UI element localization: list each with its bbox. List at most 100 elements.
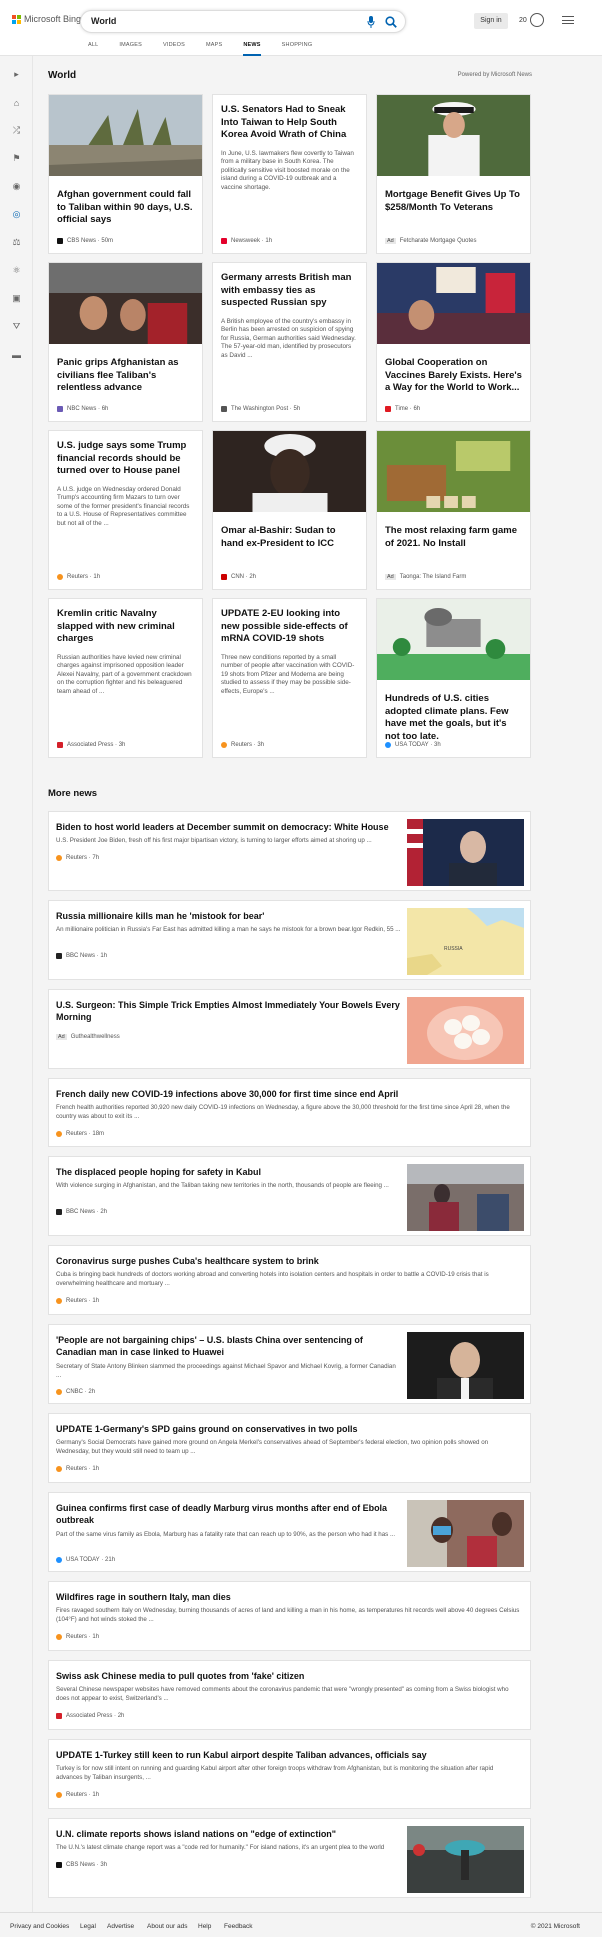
source-logo-icon [221,742,227,748]
source-logo-icon [56,1389,62,1395]
source-name: Reuters [66,1298,88,1304]
source-name: Reuters [67,574,89,580]
item-title[interactable]: Guinea confirms first case of deadly Mar… [56,1502,401,1526]
video-icon[interactable]: ▣ [10,292,23,305]
news-list-item[interactable]: UPDATE 1-Germany's SPD gains ground on c… [48,1413,531,1483]
item-title[interactable]: Biden to host world leaders at December … [56,821,401,833]
item-title[interactable]: French daily new COVID-19 infections abo… [56,1088,521,1100]
source-time: 1h [93,574,101,580]
location-icon[interactable]: ◉ [10,180,23,193]
news-card[interactable]: Panic grips Afghanistan as civilians fle… [48,262,203,422]
card-title[interactable]: U.S. judge says some Trump financial rec… [49,440,202,478]
item-title[interactable]: Russia millionaire kills man he 'mistook… [56,910,401,922]
card-title[interactable]: Mortgage Benefit Gives Up To $258/Month … [377,189,530,214]
news-list-item[interactable]: Swiss ask Chinese media to pull quotes f… [48,1660,531,1730]
item-title[interactable]: UPDATE 1-Turkey still keen to run Kabul … [56,1749,521,1761]
home-icon[interactable]: ⌂ [10,96,23,109]
item-title[interactable]: Wildfires rage in southern Italy, man di… [56,1591,521,1603]
item-source: BBC News · 1h [56,953,107,959]
shuffle-icon[interactable]: ⤮ [10,124,23,137]
news-list-item[interactable]: Coronavirus surge pushes Cuba's healthca… [48,1245,531,1315]
news-list-item[interactable]: Russia millionaire kills man he 'mistook… [48,900,531,980]
source-time: 5h [293,406,301,412]
card-title[interactable]: UPDATE 2-EU looking into new possible si… [213,608,366,646]
rewards-count[interactable]: 20 [519,17,527,24]
footer-link-privacy[interactable]: Privacy and Cookies [10,1923,69,1930]
source-logo-icon [57,238,63,244]
hamburger-menu-icon[interactable] [562,16,574,25]
news-card[interactable]: Hundreds of U.S. cities adopted climate … [376,598,531,758]
tab-all[interactable]: ALL [88,42,98,56]
search-box[interactable]: World [80,10,406,33]
ad-card[interactable]: Mortgage Benefit Gives Up To $258/Month … [376,94,531,254]
bank-icon[interactable]: ⛛ [10,320,23,333]
footer-link-legal[interactable]: Legal [80,1923,96,1930]
news-card[interactable]: Germany arrests British man with embassy… [212,262,367,422]
card-title[interactable]: Omar al-Bashir: Sudan to hand ex-Preside… [213,525,366,550]
news-list-item[interactable]: Biden to host world leaders at December … [48,811,531,891]
news-list-item[interactable]: Wildfires rage in southern Italy, man di… [48,1581,531,1651]
news-card[interactable]: U.S. judge says some Trump financial rec… [48,430,203,590]
card-title[interactable]: Afghan government could fall to Taliban … [49,189,202,227]
card-source: USA TODAY · 3h [385,742,441,748]
news-list-item[interactable]: French daily new COVID-19 infections abo… [48,1078,531,1147]
card-title[interactable]: Global Cooperation on Vaccines Barely Ex… [377,357,530,395]
microphone-icon[interactable] [367,16,375,28]
source-name: Reuters [66,1466,88,1472]
bing-logo[interactable]: Microsoft Bing [12,14,81,24]
sign-in-button[interactable]: Sign in [474,13,508,29]
footer-link-feedback[interactable]: Feedback [224,1923,253,1930]
rewards-trophy-icon[interactable] [530,13,544,27]
money-icon[interactable]: ▬ [10,348,23,361]
news-list-item[interactable]: Guinea confirms first case of deadly Mar… [48,1492,531,1572]
card-title[interactable]: Kremlin critic Navalny slapped with new … [49,608,202,646]
news-card[interactable]: U.S. Senators Had to Sneak Into Taiwan t… [212,94,367,254]
tab-videos[interactable]: VIDEOS [163,42,185,56]
search-icon[interactable] [385,16,397,28]
item-title[interactable]: Swiss ask Chinese media to pull quotes f… [56,1670,521,1682]
tab-maps[interactable]: MAPS [206,42,222,56]
footer-link-advertise[interactable]: Advertise [107,1923,134,1930]
ad-card[interactable]: The most relaxing farm game of 2021. No … [376,430,531,590]
tab-news[interactable]: NEWS [243,42,261,56]
microsoft-logo-icon [12,14,21,24]
source-time: 3h [118,742,126,748]
item-title[interactable]: U.S. Surgeon: This Simple Trick Empties … [56,999,401,1023]
news-list-item[interactable]: The displaced people hoping for safety i… [48,1156,531,1236]
source-name: BBC News [66,1209,96,1215]
item-title[interactable]: Coronavirus surge pushes Cuba's healthca… [56,1255,521,1267]
ad-list-item[interactable]: U.S. Surgeon: This Simple Trick Empties … [48,989,531,1069]
tab-images[interactable]: IMAGES [119,42,142,56]
news-card[interactable]: UPDATE 2-EU looking into new possible si… [212,598,367,758]
source-time: 1h [92,1466,100,1472]
card-title[interactable]: U.S. Senators Had to Sneak Into Taiwan t… [213,104,366,142]
card-title[interactable]: Germany arrests British man with embassy… [213,272,366,310]
item-thumbnail [407,1164,524,1231]
news-list-item[interactable]: 'People are not bargaining chips' – U.S.… [48,1324,531,1404]
news-card[interactable]: Kremlin critic Navalny slapped with new … [48,598,203,758]
footer-link-help[interactable]: Help [198,1923,211,1930]
source-name: Reuters [66,1634,88,1640]
news-list-item[interactable]: UPDATE 1-Turkey still keen to run Kabul … [48,1739,531,1809]
card-title[interactable]: Panic grips Afghanistan as civilians fle… [49,357,202,395]
expand-icon[interactable]: ▸ [10,68,23,81]
item-title[interactable]: U.N. climate reports shows island nation… [56,1828,401,1840]
scales-icon[interactable]: ⚖ [10,236,23,249]
news-card[interactable]: Omar al-Bashir: Sudan to hand ex-Preside… [212,430,367,590]
item-source: CBS News · 3h [56,1862,107,1868]
card-title[interactable]: Hundreds of U.S. cities adopted climate … [377,693,530,743]
card-source: CBS News · 50m [57,238,113,244]
science-icon[interactable]: ⚛ [10,264,23,277]
search-input[interactable]: World [91,16,116,26]
flag-icon[interactable]: ⚑ [10,152,23,165]
news-card[interactable]: Global Cooperation on Vaccines Barely Ex… [376,262,531,422]
card-title[interactable]: The most relaxing farm game of 2021. No … [377,525,530,550]
item-title[interactable]: The displaced people hoping for safety i… [56,1166,401,1178]
world-icon[interactable]: ◎ [10,208,23,221]
news-card[interactable]: Afghan government could fall to Taliban … [48,94,203,254]
item-title[interactable]: UPDATE 1-Germany's SPD gains ground on c… [56,1423,521,1435]
item-title[interactable]: 'People are not bargaining chips' – U.S.… [56,1334,401,1358]
footer-link-about-ads[interactable]: About our ads [147,1923,187,1930]
news-list-item[interactable]: U.N. climate reports shows island nation… [48,1818,531,1898]
tab-shopping[interactable]: SHOPPING [282,42,313,56]
